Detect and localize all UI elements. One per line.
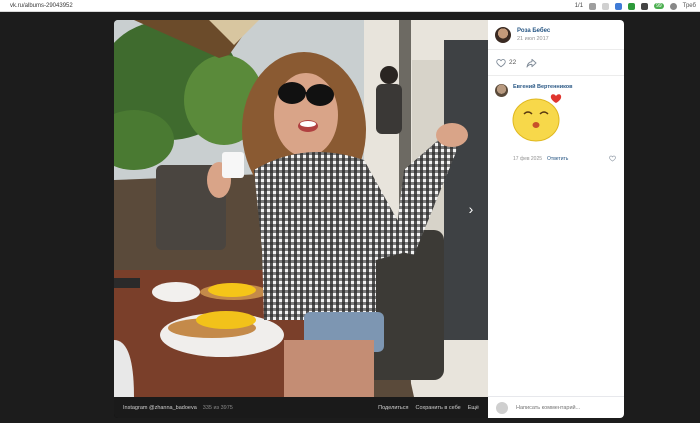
author-name[interactable]: Роза Бебес [517,27,550,35]
truncated-toolbar-label[interactable]: Треб [683,3,696,9]
share-icon[interactable] [526,58,537,68]
commenter-name[interactable]: Евгений Вертенников [513,84,573,90]
photo-caption-bar: Instagram @zhanna_badoeva 335 из 3975 По… [114,397,488,418]
browser-top-bar: vk.ru/albums-29043952 1/1 99 Треб [0,0,700,12]
photo-image [114,20,488,397]
current-user-avatar [496,401,508,414]
comment-like-icon[interactable] [609,155,616,162]
comment-compose [488,396,624,418]
kiss-sticker [512,94,562,142]
commenter-avatar[interactable] [495,84,508,97]
post-date: 21 июл 2017 [517,35,549,42]
bookmark-icon[interactable] [589,2,597,10]
photo-counter: 335 из 3975 [202,404,233,411]
save-to-self-button[interactable]: Сохранить в себе [416,405,461,411]
likes-count: 22 [509,59,517,66]
page-indicator: 1/1 [574,3,584,9]
reply-button[interactable]: Ответить [547,156,568,162]
settings-icon[interactable] [641,2,649,10]
browser-toolbar-icons: 1/1 99 Треб [575,0,696,12]
photo-viewer: › Instagram @zhanna_badoeva 335 из 3975 … [114,20,624,418]
address-bar-url[interactable]: vk.ru/albums-29043952 [10,3,73,9]
profile-icon[interactable] [669,2,677,10]
notification-badge[interactable]: 99 [654,3,664,9]
photo-actions: 22 [488,50,624,76]
more-button[interactable]: Ещё [468,405,479,411]
photo-sidebar: Роза Бебес 21 июл 2017 22 Евгений Вертен… [488,20,624,418]
extension-green-icon[interactable] [628,2,636,10]
author-block: Роза Бебес 21 июл 2017 [488,20,624,50]
photo[interactable]: › [114,20,488,397]
share-button[interactable]: Поделиться [378,405,408,411]
extension-icon[interactable] [602,2,610,10]
comment-input[interactable] [516,404,624,411]
translate-icon[interactable] [615,2,623,10]
next-photo-arrow[interactable]: › [464,200,478,218]
heart-icon [496,58,506,67]
author-avatar[interactable] [495,26,511,43]
comment-date: 17 фев 2025 [513,156,543,162]
photo-source-caption[interactable]: Instagram @zhanna_badoeva [123,405,197,411]
comment-item: Евгений Вертенников 17 фев 2025 Ответить [488,76,624,176]
like-button[interactable]: 22 [496,58,516,68]
